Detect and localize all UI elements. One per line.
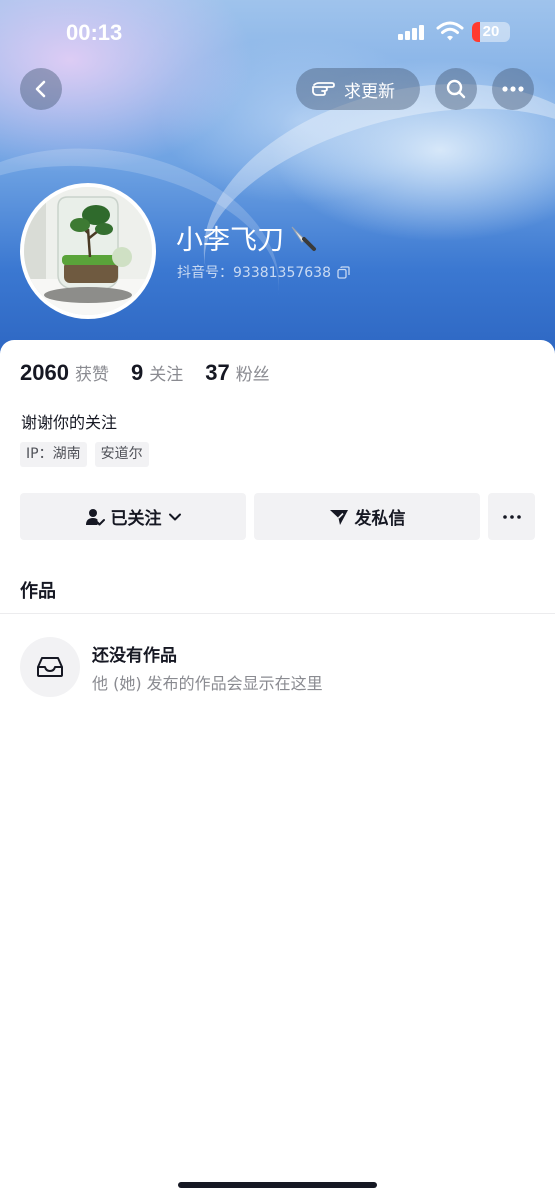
- request-update-label: 求更新: [344, 81, 395, 102]
- profile-actions: 已关注 发私信: [20, 493, 535, 540]
- empty-works-state: 还没有作品 他 (她) 发布的作品会显示在这里: [20, 637, 323, 697]
- avatar[interactable]: [20, 183, 156, 319]
- nickname-text: 小李飞刀: [176, 225, 284, 256]
- pointing-hand-icon: [312, 82, 335, 96]
- user-check-icon: [85, 508, 105, 525]
- stat-following[interactable]: 9 关注: [131, 360, 183, 386]
- douyin-id-text: 抖音号：93381357638: [177, 265, 331, 281]
- request-update-button[interactable]: 求更新: [296, 68, 420, 110]
- profile-content: 2060 获赞 9 关注 37 粉丝 谢谢你的关注 IP：湖南 安道尔 已关注: [0, 340, 555, 1200]
- more-dots-icon: [502, 86, 524, 92]
- profile-stats: 2060 获赞 9 关注 37 粉丝: [20, 360, 292, 386]
- empty-state-description: 他 (她) 发布的作品会显示在这里: [92, 673, 323, 693]
- empty-state-text: 还没有作品 他 (她) 发布的作品会显示在这里: [92, 641, 323, 694]
- battery-indicator: 20: [472, 22, 510, 42]
- stat-likes[interactable]: 2060 获赞: [20, 360, 109, 386]
- avatar-image: [24, 187, 152, 315]
- send-message-button[interactable]: 发私信: [254, 493, 480, 540]
- more-options-button[interactable]: [492, 68, 534, 110]
- tag-ip-location: IP：湖南: [20, 442, 87, 467]
- copy-icon[interactable]: [337, 265, 350, 279]
- douyin-id[interactable]: 抖音号：93381357638: [177, 262, 350, 282]
- paper-plane-icon: [329, 509, 348, 525]
- bio-text: 谢谢你的关注: [21, 413, 118, 432]
- more-dots-icon: [502, 514, 521, 519]
- stat-following-value: 9: [130, 360, 144, 385]
- stat-followers-label: 粉丝: [235, 365, 270, 385]
- stat-followers[interactable]: 37 粉丝: [205, 360, 269, 386]
- nickname: 小李飞刀: [176, 218, 318, 257]
- stat-likes-label: 获赞: [74, 365, 109, 385]
- search-button[interactable]: [435, 68, 477, 110]
- stat-following-label: 关注: [149, 365, 184, 385]
- home-indicator[interactable]: [178, 1182, 377, 1188]
- back-button[interactable]: [20, 68, 62, 110]
- inbox-tray-icon: [20, 637, 80, 697]
- following-label: 已关注: [110, 509, 162, 529]
- search-icon: [446, 79, 466, 99]
- status-time: 00:13: [66, 20, 123, 45]
- profile-tags: IP：湖南 安道尔: [20, 442, 149, 467]
- battery-level: 20: [482, 23, 500, 40]
- stat-followers-value: 37: [205, 360, 230, 385]
- tab-works[interactable]: 作品: [20, 577, 56, 603]
- chevron-down-icon: [168, 513, 181, 520]
- stat-likes-value: 2060: [20, 360, 69, 385]
- wifi-icon: [436, 20, 464, 42]
- empty-state-title: 还没有作品: [92, 645, 177, 666]
- following-button[interactable]: 已关注: [20, 493, 246, 540]
- tag-region: 安道尔: [94, 442, 149, 467]
- more-actions-button[interactable]: [488, 493, 535, 540]
- tab-divider: [0, 613, 555, 614]
- send-message-label: 发私信: [354, 509, 406, 529]
- knife-icon: [291, 226, 316, 251]
- chevron-left-icon: [35, 80, 46, 98]
- cellular-signal-icon: [398, 24, 430, 40]
